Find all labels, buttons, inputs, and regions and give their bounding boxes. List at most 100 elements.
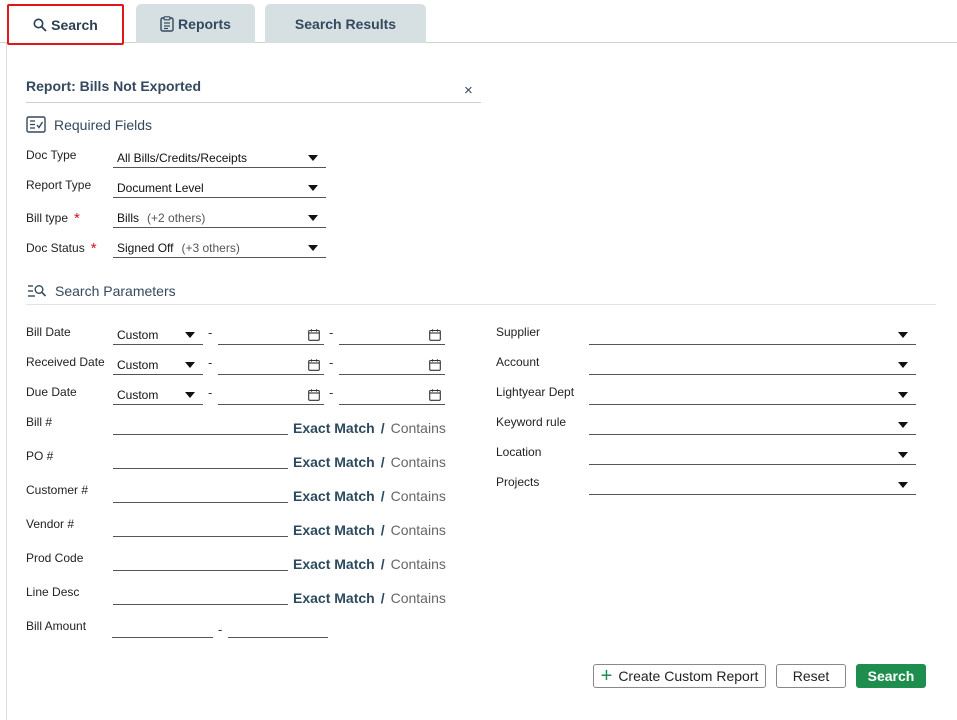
search-parameters-heading: Search Parameters — [27, 283, 176, 299]
match-separator: / — [380, 454, 385, 470]
match-separator: / — [380, 590, 385, 606]
tab-reports[interactable]: Reports — [136, 4, 255, 43]
match-separator: / — [380, 556, 385, 572]
exact-match-option[interactable]: Exact Match — [293, 488, 375, 504]
close-icon[interactable]: × — [464, 82, 473, 99]
bill-date-mode-select[interactable]: Custom — [113, 325, 203, 345]
exact-match-option[interactable]: Exact Match — [293, 420, 375, 436]
location-select[interactable] — [589, 445, 916, 465]
projects-select[interactable] — [589, 475, 916, 495]
due-date-label: Due Date — [26, 385, 77, 399]
reset-button[interactable]: Reset — [776, 664, 846, 688]
exact-match-option[interactable]: Exact Match — [293, 556, 375, 572]
bill-type-value: Bills — [117, 210, 140, 225]
received-date-label: Received Date — [26, 355, 105, 369]
received-date-to-input[interactable] — [339, 355, 445, 375]
reset-label: Reset — [792, 668, 830, 684]
exact-match-option[interactable]: Exact Match — [293, 454, 375, 470]
calendar-icon[interactable] — [308, 358, 320, 376]
due-date-from-input[interactable] — [218, 385, 324, 405]
po-number-input[interactable] — [113, 449, 288, 469]
bill-type-select[interactable]: Bills (+2 others) — [113, 208, 326, 228]
received-date-mode-value: Custom — [117, 357, 159, 372]
required-marker: * — [74, 210, 80, 227]
search-button[interactable]: Search — [856, 664, 926, 688]
match-toggle: Exact Match / Contains — [293, 454, 446, 470]
vendor-number-input[interactable] — [113, 517, 288, 537]
customer-number-input[interactable] — [113, 483, 288, 503]
match-toggle: Exact Match / Contains — [293, 590, 446, 606]
supplier-label: Supplier — [496, 325, 541, 339]
vendor-number-label: Vendor # — [26, 517, 75, 531]
received-date-mode-select[interactable]: Custom — [113, 355, 203, 375]
contains-option[interactable]: Contains — [391, 590, 446, 606]
lightyear-dept-select[interactable] — [589, 385, 916, 405]
line-desc-input[interactable] — [113, 585, 288, 605]
report-type-select[interactable]: Document Level — [113, 178, 326, 198]
bill-amount-label: Bill Amount — [26, 619, 87, 633]
bill-date-to-input[interactable] — [339, 325, 445, 345]
calendar-icon[interactable] — [429, 328, 441, 346]
prod-code-label: Prod Code — [26, 551, 84, 565]
exact-match-option[interactable]: Exact Match — [293, 522, 375, 538]
bill-date-from-input[interactable] — [218, 325, 324, 345]
chevron-down-icon — [898, 452, 908, 458]
contains-option[interactable]: Contains — [391, 556, 446, 572]
date-separator: - — [329, 385, 334, 400]
prod-code-input[interactable] — [113, 551, 288, 571]
doc-type-select[interactable]: All Bills/Credits/Receipts — [113, 148, 326, 168]
chevron-down-icon — [898, 422, 908, 428]
tab-search[interactable]: Search — [7, 4, 124, 45]
date-separator: - — [208, 355, 213, 370]
contains-option[interactable]: Contains — [391, 420, 446, 436]
panel-border — [6, 43, 7, 720]
date-separator: - — [329, 325, 334, 340]
due-date-to-input[interactable] — [339, 385, 445, 405]
chevron-down-icon — [308, 155, 318, 161]
due-date-mode-select[interactable]: Custom — [113, 385, 203, 405]
bill-amount-max-input[interactable] — [228, 618, 328, 638]
match-toggle: Exact Match / Contains — [293, 522, 446, 538]
keyword-rule-label: Keyword rule — [496, 415, 567, 429]
match-separator: / — [380, 420, 385, 436]
date-separator: - — [208, 325, 213, 340]
required-fields-heading: Required Fields — [26, 116, 152, 133]
doc-type-value: All Bills/Credits/Receipts — [117, 150, 248, 165]
match-toggle: Exact Match / Contains — [293, 488, 446, 504]
bill-number-input[interactable] — [113, 415, 288, 435]
received-date-from-input[interactable] — [218, 355, 324, 375]
calendar-icon[interactable] — [429, 388, 441, 406]
calendar-icon[interactable] — [308, 328, 320, 346]
report-title: Report: Bills Not Exported — [26, 78, 202, 94]
plus-icon: + — [600, 665, 613, 687]
calendar-icon[interactable] — [308, 388, 320, 406]
bill-amount-min-input[interactable] — [112, 618, 213, 638]
account-select[interactable] — [589, 355, 916, 375]
chevron-down-icon — [308, 185, 318, 191]
match-toggle: Exact Match / Contains — [293, 420, 446, 436]
chevron-down-icon — [898, 362, 908, 368]
tab-search-results[interactable]: Search Results — [265, 4, 426, 43]
contains-option[interactable]: Contains — [391, 522, 446, 538]
create-custom-report-button[interactable]: + Create Custom Report — [593, 664, 766, 688]
required-marker: * — [90, 240, 97, 257]
bill-type-label: Bill type * — [26, 209, 80, 227]
clipboard-icon — [160, 15, 174, 32]
po-number-label: PO # — [26, 449, 54, 463]
calendar-icon[interactable] — [429, 358, 441, 376]
divider — [26, 102, 481, 103]
bill-date-mode-value: Custom — [117, 327, 159, 342]
divider — [26, 304, 936, 305]
chevron-down-icon — [898, 482, 908, 488]
doc-status-select[interactable]: Signed Off (+3 others) — [113, 238, 326, 258]
contains-option[interactable]: Contains — [391, 454, 446, 470]
exact-match-option[interactable]: Exact Match — [293, 590, 375, 606]
report-type-label: Report Type — [26, 178, 92, 192]
supplier-select[interactable] — [589, 325, 916, 345]
contains-option[interactable]: Contains — [391, 488, 446, 504]
bill-date-label: Bill Date — [26, 325, 71, 339]
bill-type-extra: (+2 others) — [147, 210, 206, 225]
chevron-down-icon — [898, 332, 908, 338]
keyword-rule-select[interactable] — [589, 415, 916, 435]
bill-number-label: Bill # — [26, 415, 53, 429]
